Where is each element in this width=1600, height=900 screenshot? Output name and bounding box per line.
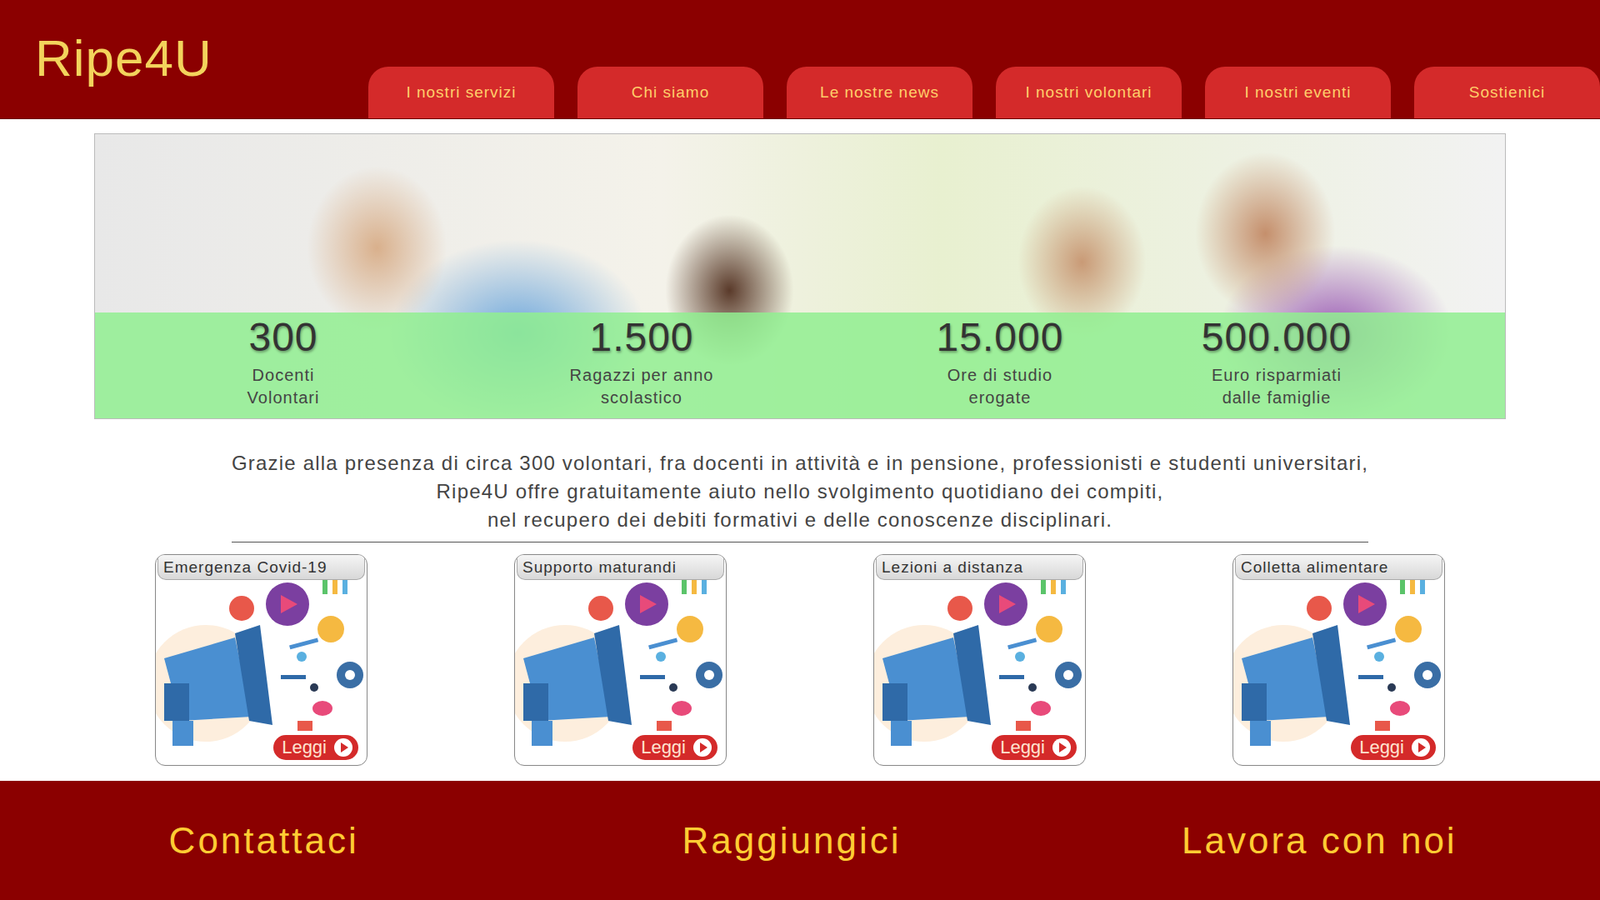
footer-link[interactable]: Contattaci <box>0 820 528 862</box>
stat: 300 DocentiVolontari <box>104 312 463 410</box>
cards-row: Emergenza Covid-19 Leggi Supporto matura… <box>155 554 1445 766</box>
stat: 500.000 Euro risparmiatidalle famiglie <box>1179 312 1375 410</box>
card-title: Supporto maturandi <box>516 555 725 580</box>
stat: 1.500 Ragazzi per annoscolastico <box>462 312 821 410</box>
stat-label: Ore di studioerogate <box>947 364 1053 410</box>
stat-value: 15.000 <box>936 314 1065 361</box>
intro-text: Grazie alla presenza di circa 300 volont… <box>231 449 1369 543</box>
stat: 15.000 Ore di studioerogate <box>820 312 1180 410</box>
read-button[interactable]: Leggi <box>1350 735 1436 760</box>
play-icon <box>692 737 713 758</box>
play-icon <box>333 737 354 758</box>
news-card[interactable]: Emergenza Covid-19 Leggi <box>155 554 368 766</box>
stat-label: DocentiVolontari <box>247 364 320 410</box>
read-button[interactable]: Leggi <box>632 735 718 760</box>
nav-tab[interactable]: I nostri eventi <box>1205 66 1391 119</box>
play-icon <box>1051 737 1072 758</box>
header: Ripe4U I nostri servizi Chi siamo Le nostr… <box>0 0 1600 120</box>
nav-tab[interactable]: Sostienici <box>1414 66 1600 119</box>
stats-band: 300 DocentiVolontari1.500 Ragazzi per an… <box>95 312 1505 419</box>
news-card[interactable]: Supporto maturandi Leggi <box>514 554 727 766</box>
footer-link[interactable]: Raggiungici <box>527 820 1055 862</box>
news-card[interactable]: Lezioni a distanza Leggi <box>873 554 1086 766</box>
card-title: Emergenza Covid-19 <box>157 555 365 580</box>
main-content: 300 DocentiVolontari1.500 Ragazzi per an… <box>0 119 1600 766</box>
footer: ContattaciRaggiungiciLavora con noi <box>0 780 1600 900</box>
card-title: Lezioni a distanza <box>875 555 1084 580</box>
footer-link[interactable]: Lavora con noi <box>1055 820 1584 862</box>
nav-tab[interactable]: Chi siamo <box>577 66 764 119</box>
nav-tab[interactable]: I nostri servizi <box>368 66 555 119</box>
nav-tab[interactable]: I nostri volontari <box>995 66 1182 119</box>
logo[interactable]: Ripe4U <box>35 28 213 88</box>
news-card[interactable]: Colletta alimentare Leggi <box>1232 554 1445 766</box>
play-icon <box>1410 737 1431 758</box>
stat-label: Ragazzi per annoscolastico <box>570 364 715 410</box>
stat-value: 1.500 <box>589 314 694 361</box>
read-button[interactable]: Leggi <box>273 735 359 760</box>
page: Ripe4U I nostri servizi Chi siamo Le nostr… <box>0 0 1600 900</box>
read-button[interactable]: Leggi <box>991 735 1077 760</box>
stat-value: 300 <box>248 314 318 361</box>
stat-value: 500.000 <box>1201 314 1353 361</box>
stat-label: Euro risparmiatidalle famiglie <box>1211 364 1342 410</box>
hero-photo: 300 DocentiVolontari1.500 Ragazzi per an… <box>94 133 1506 420</box>
card-title: Colletta alimentare <box>1235 555 1443 580</box>
nav-tab[interactable]: Le nostre news <box>786 66 973 119</box>
main-nav: I nostri servizi Chi siamo Le nostre news I… <box>368 66 1600 119</box>
